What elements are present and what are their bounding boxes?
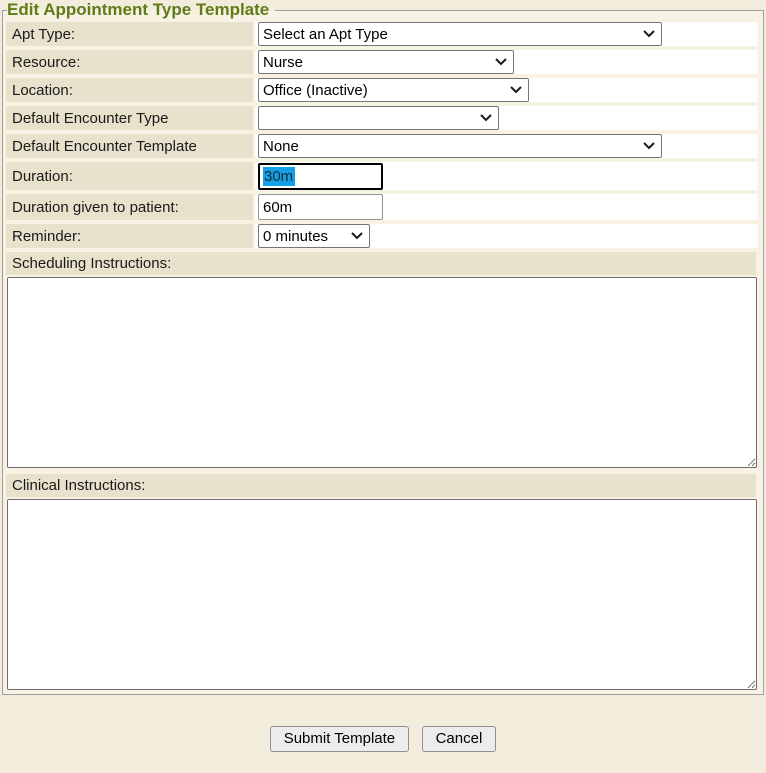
- default-encounter-type-select[interactable]: [258, 106, 499, 130]
- duration-given-label: Duration given to patient:: [6, 194, 253, 220]
- form-row-resource: Resource: Nurse: [6, 50, 758, 74]
- location-field-cell: Office (Inactive): [255, 78, 758, 102]
- apt-type-label: Apt Type:: [6, 22, 253, 46]
- form-row-duration: Duration: 30m: [6, 162, 758, 190]
- location-label: Location:: [6, 78, 253, 102]
- resource-field-cell: Nurse: [255, 50, 758, 74]
- form-row-default-encounter-type: Default Encounter Type: [6, 106, 758, 130]
- resource-label: Resource:: [6, 50, 253, 74]
- page-title: Edit Appointment Type Template: [7, 0, 275, 20]
- form-row-default-encounter-template: Default Encounter Template None: [6, 134, 758, 158]
- default-encounter-template-field-cell: None: [255, 134, 758, 158]
- default-encounter-template-label: Default Encounter Template: [6, 134, 253, 158]
- apt-type-select[interactable]: Select an Apt Type: [258, 22, 662, 46]
- scheduling-instructions-label: Scheduling Instructions:: [6, 252, 756, 275]
- default-encounter-type-label: Default Encounter Type: [6, 106, 253, 130]
- form-row-location: Location: Office (Inactive): [6, 78, 758, 102]
- default-encounter-type-field-cell: [255, 106, 758, 130]
- cancel-button[interactable]: Cancel: [422, 726, 497, 752]
- resource-select[interactable]: Nurse: [258, 50, 514, 74]
- form-row-apt-type: Apt Type: Select an Apt Type: [6, 22, 758, 46]
- submit-template-button[interactable]: Submit Template: [270, 726, 409, 752]
- form-row-reminder: Reminder: 0 minutes: [6, 224, 758, 248]
- apt-type-field-cell: Select an Apt Type: [255, 22, 758, 46]
- default-encounter-template-select[interactable]: None: [258, 134, 662, 158]
- clinical-instructions-textarea[interactable]: [7, 499, 757, 690]
- form-row-duration-given: Duration given to patient:: [6, 194, 758, 220]
- duration-selected-text: 30m: [263, 167, 295, 186]
- scheduling-instructions-textarea[interactable]: [7, 277, 757, 468]
- clinical-instructions-label: Clinical Instructions:: [6, 474, 756, 497]
- reminder-select[interactable]: 0 minutes: [258, 224, 370, 248]
- duration-label: Duration:: [6, 162, 253, 190]
- duration-field-cell: 30m: [255, 162, 758, 190]
- edit-appointment-type-template-panel: Edit Appointment Type Template Apt Type:…: [2, 0, 764, 695]
- form-button-bar: Submit Template Cancel: [0, 695, 766, 752]
- duration-given-field-cell: [255, 194, 758, 220]
- location-select[interactable]: Office (Inactive): [258, 78, 529, 102]
- reminder-field-cell: 0 minutes: [255, 224, 758, 248]
- reminder-label: Reminder:: [6, 224, 253, 248]
- duration-given-input[interactable]: [258, 194, 383, 220]
- duration-input[interactable]: 30m: [258, 163, 383, 190]
